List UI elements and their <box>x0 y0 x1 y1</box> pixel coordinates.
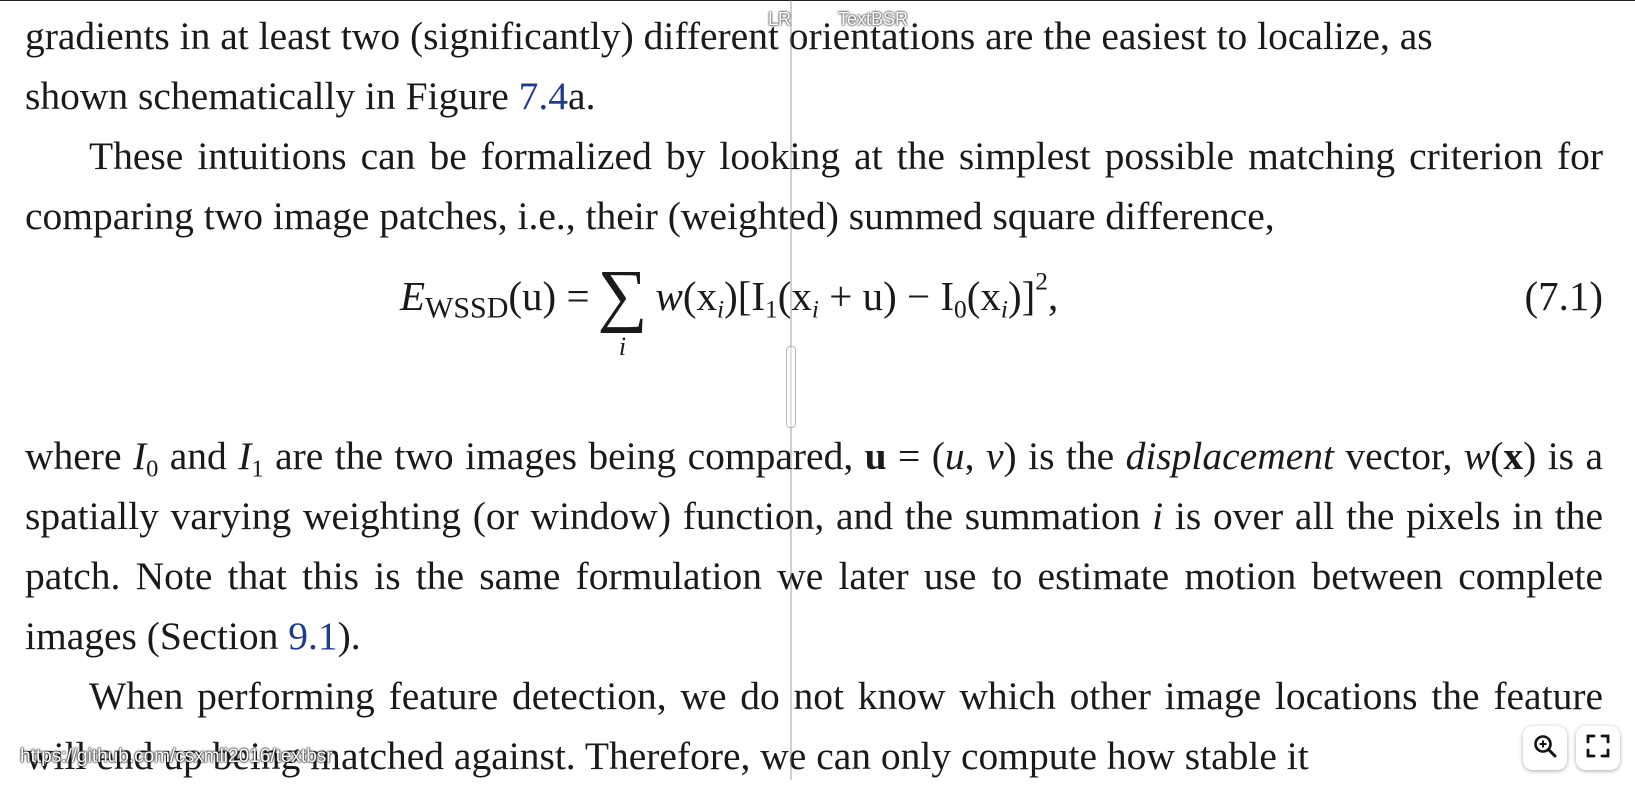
paragraph-3: where I0 and I1 are the two images being… <box>25 434 1604 658</box>
fullscreen-button[interactable] <box>1576 726 1620 770</box>
eq-subscript-wssd: WSSD <box>425 291 509 325</box>
paragraph-1-line-2-end: a. <box>568 74 596 118</box>
sigma-symbol: ∑ <box>597 257 648 334</box>
eq-body: w(xi)[I1(xi + u) − I0(xi)]2, <box>655 267 1059 324</box>
zoom-button[interactable] <box>1523 726 1567 770</box>
eq-E: E <box>400 273 426 319</box>
emphasis-displacement: displacement <box>1125 434 1334 478</box>
paragraph-2-line-1: These intuitions can be formalized by lo… <box>89 134 1543 178</box>
paragraph-1-line-2-text: shown schematically in Figure <box>25 74 519 118</box>
textbsr-label: TextBSR <box>838 9 909 29</box>
summation: ∑ i <box>597 257 648 362</box>
comparison-slider-handle[interactable] <box>786 346 796 428</box>
zoom-in-icon <box>1532 733 1558 764</box>
fullscreen-icon <box>1585 733 1611 764</box>
equation-number: (7.1) <box>1524 273 1603 319</box>
lr-label: LR <box>768 9 792 29</box>
top-border <box>0 0 1635 1</box>
paragraph-1-line-1: gradients in at least two (significantly… <box>25 14 1433 58</box>
document-page: gradients in at least two (significantly… <box>25 6 1603 786</box>
paragraph-4-line-1: When performing feature detection, we do… <box>89 674 1480 718</box>
sum-index: i <box>618 332 627 361</box>
paragraph-2: These intuitions can be formalized by lo… <box>25 126 1603 246</box>
equation-block: EWSSD(u) = ∑ i w(xi)[I1(xi + u) − I0(xi)… <box>25 246 1603 426</box>
section-link[interactable]: 9.1 <box>288 614 337 658</box>
eq-lhs-arg: (u) = <box>508 273 590 319</box>
credit-url[interactable]: https://github.com/csxmli2016/textbsr <box>20 745 333 769</box>
figure-link[interactable]: 7.4 <box>519 74 568 118</box>
equation: EWSSD(u) = ∑ i w(xi)[I1(xi + u) − I0(xi)… <box>400 257 1059 386</box>
paragraph-1: gradients in at least two (significantly… <box>25 6 1603 126</box>
